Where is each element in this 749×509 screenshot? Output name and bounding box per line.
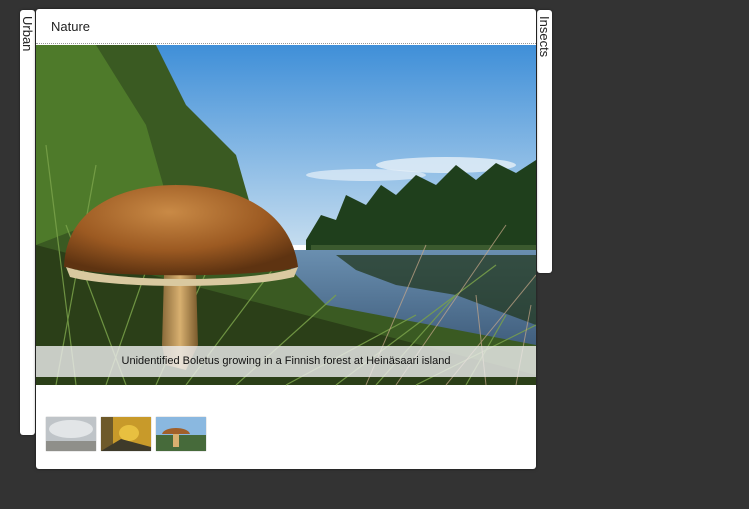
thumbnail-image xyxy=(156,417,206,451)
tab-urban[interactable]: Urban xyxy=(20,10,35,435)
thumbnail-strip xyxy=(46,417,206,451)
gallery-title: Nature xyxy=(51,19,91,34)
thumbnail-yellow-insect[interactable] xyxy=(101,417,151,451)
thumbnail-image xyxy=(46,417,96,451)
tab-insects[interactable]: Insects xyxy=(537,10,552,273)
gallery-header: Nature xyxy=(36,9,536,44)
photo-caption-bar: Unidentified Boletus growing in a Finnis… xyxy=(36,346,536,377)
thumbnail-misty-landscape[interactable] xyxy=(46,417,96,451)
thumbnail-image xyxy=(101,417,151,451)
tab-urban-label: Urban xyxy=(20,16,35,52)
thumbnail-mushroom[interactable] xyxy=(156,417,206,451)
gallery-panel: Nature Unidentified Boletus growing in a… xyxy=(36,9,536,469)
tab-insects-label: Insects xyxy=(537,16,552,58)
photo-caption: Unidentified Boletus growing in a Finnis… xyxy=(121,355,451,367)
